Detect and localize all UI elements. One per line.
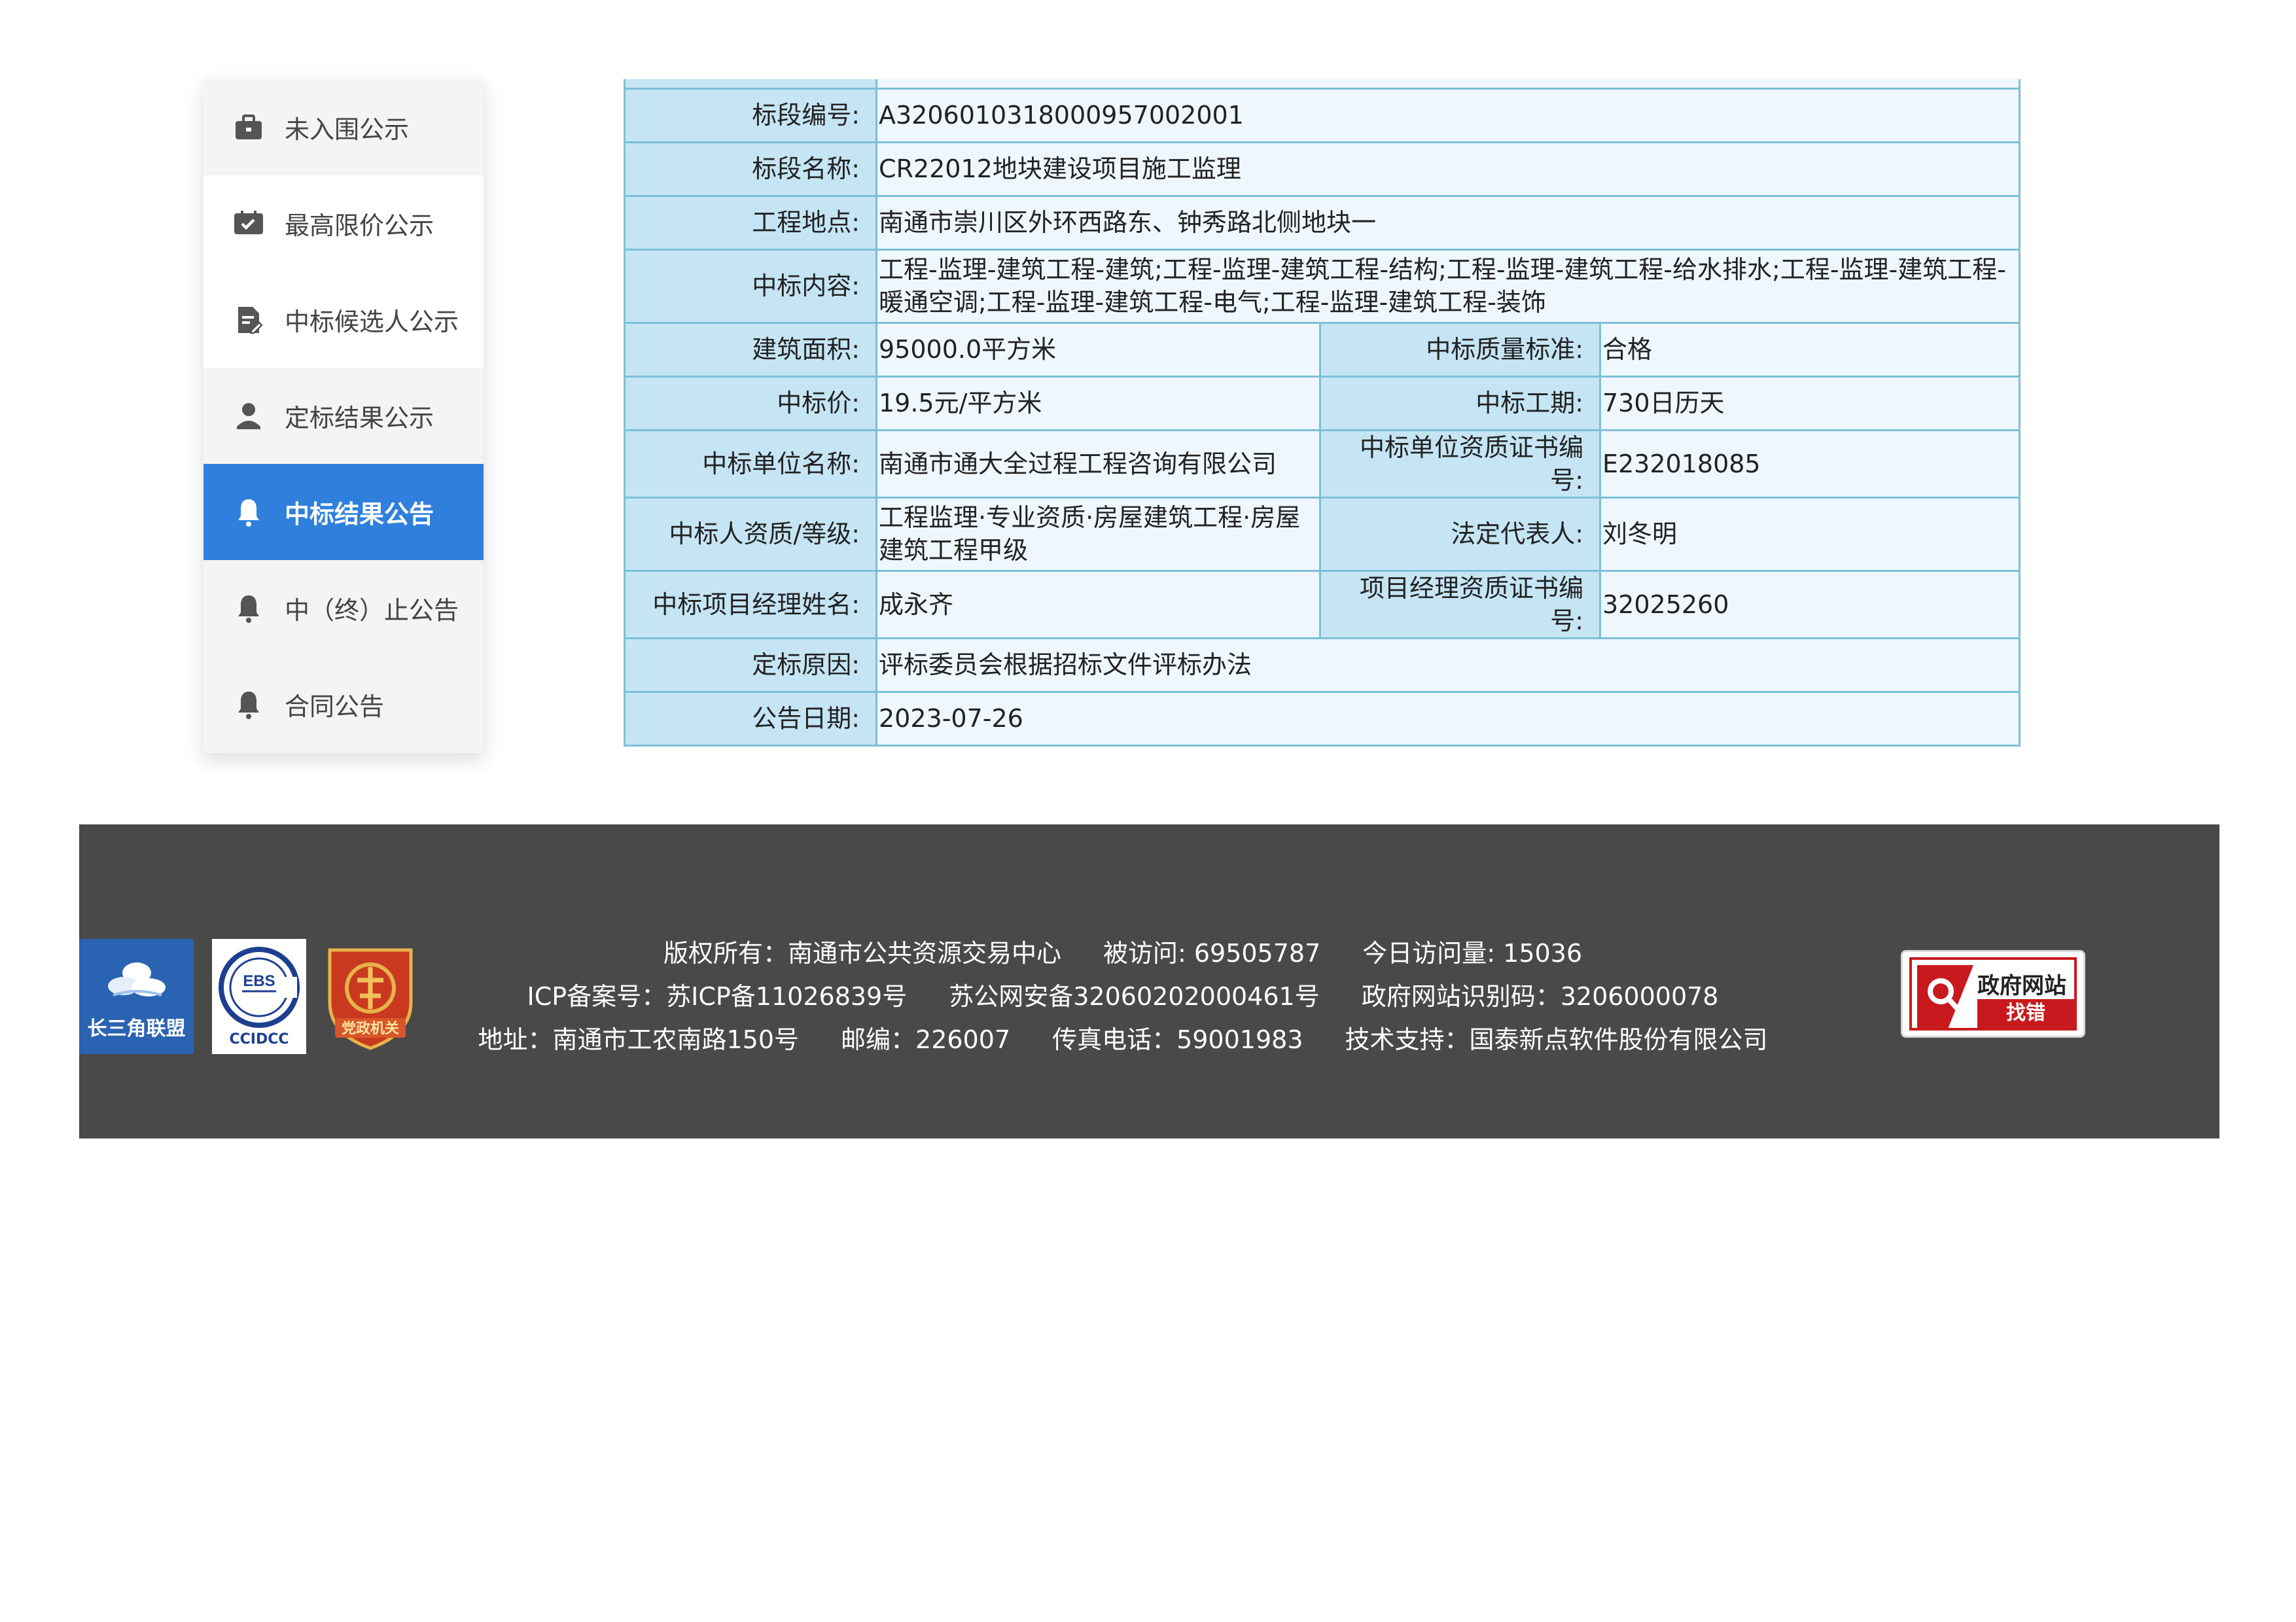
party-logo-text: 党政机关 [342, 1020, 399, 1037]
sidebar-nav: 未入围公示 最高限价公示 中标候选人公示 定标结果公示 中标结果公告 中（终）止… [203, 79, 484, 753]
section-code-label: 标段编号: [624, 87, 877, 143]
gov-badge-frame: 政府网站 找错 [1909, 957, 2077, 1031]
table-row: 定标原因: 评标委员会根据招标文件评标办法 [624, 637, 2021, 693]
today-visit-count: 今日访问量: 15036 [1362, 939, 1583, 968]
reason-value: 评标委员会根据招标文件评标办法 [875, 637, 2021, 693]
legal-rep-label: 法定代表人: [1319, 496, 1601, 572]
pm-name-label: 中标项目经理姓名: [624, 569, 877, 639]
price-value: 19.5元/平方米 [875, 375, 1321, 431]
content-value: 工程-监理-建筑工程-建筑;工程-监理-建筑工程-结构;工程-监理-建筑工程-给… [875, 248, 2021, 324]
sidebar-item-label: 中标候选人公示 [285, 308, 459, 336]
footer-line-1: 版权所有：南通市公共资源交易中心 被访问: 69505787 今日访问量: 1503… [472, 932, 1774, 975]
tech-support-text: 技术支持：国泰新点软件股份有限公司 [1345, 1025, 1768, 1054]
sidebar-item-label: 中标结果公告 [285, 500, 434, 529]
area-label: 建筑面积: [624, 321, 877, 378]
bell-icon [231, 495, 266, 530]
quality-value: 合格 [1599, 321, 2021, 378]
cert-no-value: E232018085 [1599, 429, 2021, 499]
ticket-check-icon [231, 206, 266, 241]
gov-site-error-report-button[interactable]: 政府网站 找错 [1901, 950, 2085, 1038]
sidebar-item-award-result-notice[interactable]: 定标结果公示 [203, 368, 484, 464]
award-detail-table: 标段编号: A3206010318000957002001 标段名称: CR22… [624, 79, 2021, 747]
sidebar-item-label: 中（终）止公告 [285, 596, 459, 625]
table-row: 中标价: 19.5元/平方米 中标工期: 730日历天 [624, 375, 2021, 431]
document-edit-icon [231, 302, 266, 338]
table-row: 建筑面积: 95000.0平方米 中标质量标准: 合格 [624, 321, 2021, 378]
address-text: 地址：南通市工农南路150号 [478, 1025, 800, 1054]
price-label: 中标价: [624, 375, 877, 431]
reason-label: 定标原因: [624, 637, 877, 693]
sidebar-item-not-shortlisted[interactable]: 未入围公示 [203, 79, 484, 175]
pm-name-value: 成永齐 [875, 569, 1321, 639]
sidebar-item-candidates[interactable]: 中标候选人公示 [203, 272, 484, 368]
copyright-text: 版权所有：南通市公共资源交易中心 [663, 939, 1061, 968]
gov-badge-title: 政府网站 [1977, 973, 2066, 999]
table-row: 中标人资质/等级: 工程监理·专业资质·房屋建筑工程·房屋建筑工程甲级 法定代表… [624, 496, 2021, 572]
sidebar-item-award-announcement[interactable]: 中标结果公告 [203, 464, 484, 560]
magnifier-icon [1917, 965, 1973, 1031]
area-value: 95000.0平方米 [875, 321, 1321, 378]
section-code-value: A3206010318000957002001 [875, 87, 2021, 143]
party-government-logo[interactable]: 党政机关 [322, 939, 419, 1054]
sidebar-item-label: 定标结果公示 [285, 404, 434, 432]
ccidcc-mark-text: EBS [243, 972, 275, 990]
winner-value: 南通市通大全过程工程咨询有限公司 [875, 429, 1321, 499]
sidebar-item-label: 未入围公示 [285, 115, 410, 144]
police-record-link[interactable]: 苏公网安备32060202000461号 [949, 982, 1319, 1011]
quality-label: 中标质量标准: [1319, 321, 1601, 378]
party-emblem-icon: 党政机关 [328, 948, 413, 1050]
section-name-label: 标段名称: [624, 141, 877, 197]
postcode-text: 邮编：226007 [841, 1025, 1011, 1054]
site-footer: 长三角联盟 EBS CCIDCC 党政机关 版权所有：南通市公共资源交易中心 被… [79, 824, 2219, 1138]
person-icon [231, 398, 266, 434]
yrd-logo-text: 长三角联盟 [87, 1017, 186, 1040]
table-row: 工程地点: 南通市崇川区外环西路东、钟秀路北侧地块一 [624, 194, 2021, 251]
winner-label: 中标单位名称: [624, 429, 877, 499]
section-name-value: CR22012地块建设项目施工监理 [875, 141, 2021, 197]
visit-count: 被访问: 69505787 [1103, 939, 1321, 968]
period-value: 730日历天 [1599, 375, 2021, 431]
sidebar-item-label: 合同公告 [285, 692, 385, 721]
ebs-seal-icon: EBS [219, 947, 300, 1028]
cloud-icon [108, 962, 166, 996]
cert-no-label: 中标单位资质证书编号: [1319, 429, 1601, 499]
ccidcc-logo-text: CCIDCC [229, 1031, 289, 1048]
table-row: 标段名称: CR22012地块建设项目施工监理 [624, 141, 2021, 197]
footer-line-2: ICP备案号：苏ICP备11026839号 苏公网安备32060202000461… [472, 975, 1774, 1018]
icp-link[interactable]: ICP备案号：苏ICP备11026839号 [527, 982, 908, 1011]
location-value: 南通市崇川区外环西路东、钟秀路北侧地块一 [875, 194, 2021, 251]
pm-cert-label: 项目经理资质证书编号: [1319, 569, 1601, 639]
yrd-alliance-logo[interactable]: 长三角联盟 [79, 939, 194, 1054]
bell-icon [231, 591, 266, 626]
pm-cert-value: 32025260 [1599, 569, 2021, 639]
table-row: 公告日期: 2023-07-26 [624, 690, 2021, 747]
footer-info: 版权所有：南通市公共资源交易中心 被访问: 69505787 今日访问量: 1503… [472, 932, 1774, 1061]
date-value: 2023-07-26 [875, 690, 2021, 747]
date-label: 公告日期: [624, 690, 877, 747]
period-label: 中标工期: [1319, 375, 1601, 431]
content-label: 中标内容: [624, 248, 877, 324]
fax-text: 传真电话：59001983 [1052, 1025, 1303, 1054]
sidebar-item-max-price[interactable]: 最高限价公示 [203, 175, 484, 272]
table-row [624, 79, 2021, 90]
gov-badge-action: 找错 [1977, 999, 2074, 1028]
table-row: 标段编号: A3206010318000957002001 [624, 87, 2021, 143]
sidebar-item-label: 最高限价公示 [285, 211, 434, 240]
location-label: 工程地点: [624, 194, 877, 251]
sidebar-item-contract[interactable]: 合同公告 [203, 656, 484, 752]
qualification-label: 中标人资质/等级: [624, 496, 877, 572]
footer-line-3: 地址：南通市工农南路150号 邮编：226007 传真电话：59001983 技术支持… [472, 1018, 1774, 1061]
table-row: 中标项目经理姓名: 成永齐 项目经理资质证书编号: 32025260 [624, 569, 2021, 639]
ccidcc-logo[interactable]: EBS CCIDCC [212, 939, 306, 1054]
site-code-text: 政府网站识别码：3206000078 [1361, 982, 1719, 1011]
qualification-value: 工程监理·专业资质·房屋建筑工程·房屋建筑工程甲级 [875, 496, 1321, 572]
footer-logos: 长三角联盟 EBS CCIDCC 党政机关 [79, 939, 419, 1054]
briefcase-icon [231, 110, 266, 145]
sidebar-item-termination[interactable]: 中（终）止公告 [203, 560, 484, 656]
table-row: 中标内容: 工程-监理-建筑工程-建筑;工程-监理-建筑工程-结构;工程-监理-… [624, 248, 2021, 324]
table-row: 中标单位名称: 南通市通大全过程工程咨询有限公司 中标单位资质证书编号: E23… [624, 429, 2021, 499]
bell-icon [231, 687, 266, 722]
legal-rep-value: 刘冬明 [1599, 496, 2021, 572]
